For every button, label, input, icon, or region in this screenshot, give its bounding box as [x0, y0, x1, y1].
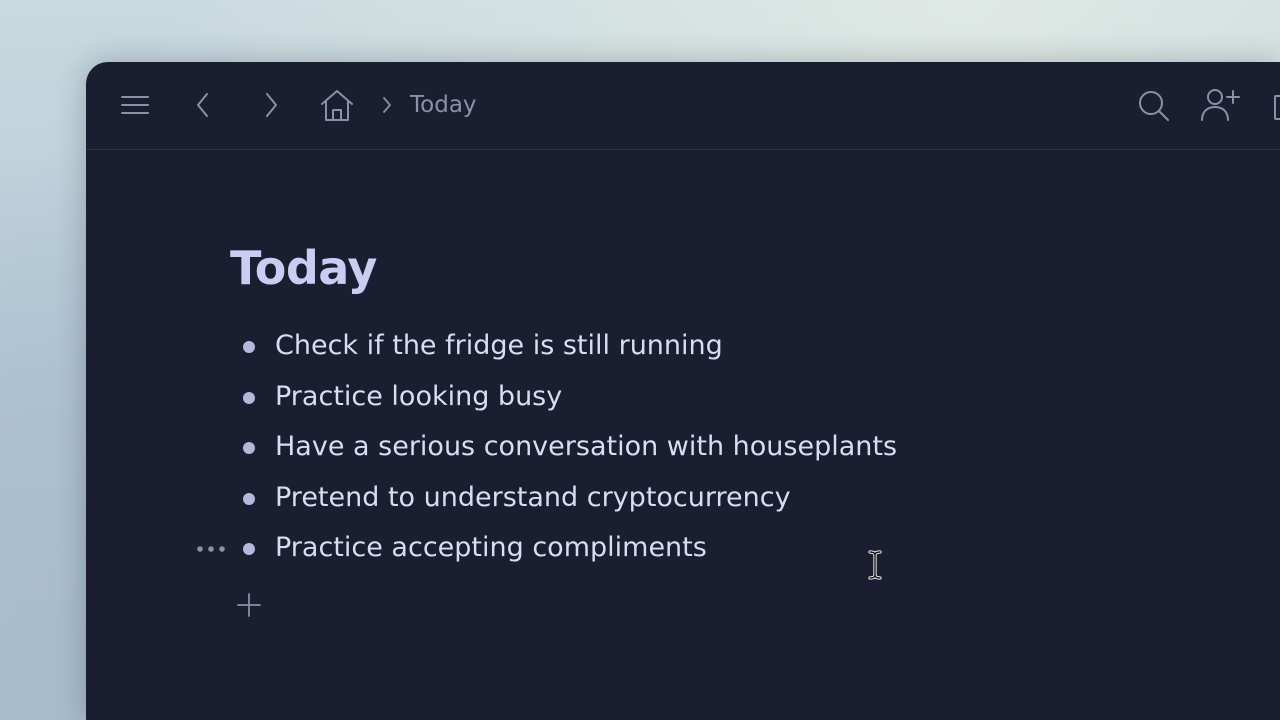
list-item-text[interactable]: Practice accepting compliments [275, 530, 707, 566]
list-item: Practice accepting compliments [197, 523, 1030, 574]
breadcrumb-separator-icon [383, 97, 391, 113]
forward-button[interactable] [256, 88, 286, 122]
more-options-icon[interactable] [196, 544, 226, 554]
menu-button[interactable] [118, 88, 152, 122]
chevron-left-icon [197, 93, 208, 117]
bullet-dot[interactable] [243, 543, 255, 555]
page-title[interactable]: Today [230, 238, 377, 298]
list-item-text[interactable]: Practice looking busy [275, 379, 562, 415]
list-item-text[interactable]: Pretend to understand cryptocurrency [275, 480, 791, 516]
calendar-icon [1274, 95, 1280, 120]
home-icon [321, 90, 353, 121]
list-item: Pretend to understand cryptocurrency [230, 473, 1030, 524]
home-button[interactable] [318, 86, 356, 124]
add-user-icon [1201, 89, 1240, 121]
search-icon [1139, 91, 1169, 121]
calendar-button[interactable] [1274, 92, 1280, 120]
add-user-button[interactable] [1200, 86, 1240, 124]
list-item: Have a serious conversation with housepl… [230, 422, 1030, 473]
toolbar: Today [86, 62, 1280, 150]
bullet-list: Check if the fridge is still running Pra… [197, 321, 1030, 574]
list-item: Practice looking busy [230, 372, 1030, 423]
list-item-text[interactable]: Have a serious conversation with housepl… [275, 429, 897, 465]
list-item: Check if the fridge is still running [230, 321, 1030, 372]
bullet-dot[interactable] [243, 341, 255, 353]
bullet-dot[interactable] [243, 391, 255, 404]
chevron-right-icon [266, 93, 277, 117]
bullet-dot[interactable] [243, 492, 255, 505]
search-button[interactable] [1136, 88, 1172, 124]
app-window: Today Today Check if the fridge is still… [86, 62, 1280, 720]
breadcrumb-current[interactable]: Today [410, 90, 477, 120]
back-button[interactable] [188, 88, 218, 122]
text-cursor-icon [868, 550, 882, 580]
list-item-text[interactable]: Check if the fridge is still running [275, 328, 723, 364]
add-item-button[interactable] [236, 592, 262, 618]
plus-icon [237, 593, 261, 617]
bullet-dot[interactable] [243, 442, 255, 454]
hamburger-menu-icon [121, 96, 149, 114]
